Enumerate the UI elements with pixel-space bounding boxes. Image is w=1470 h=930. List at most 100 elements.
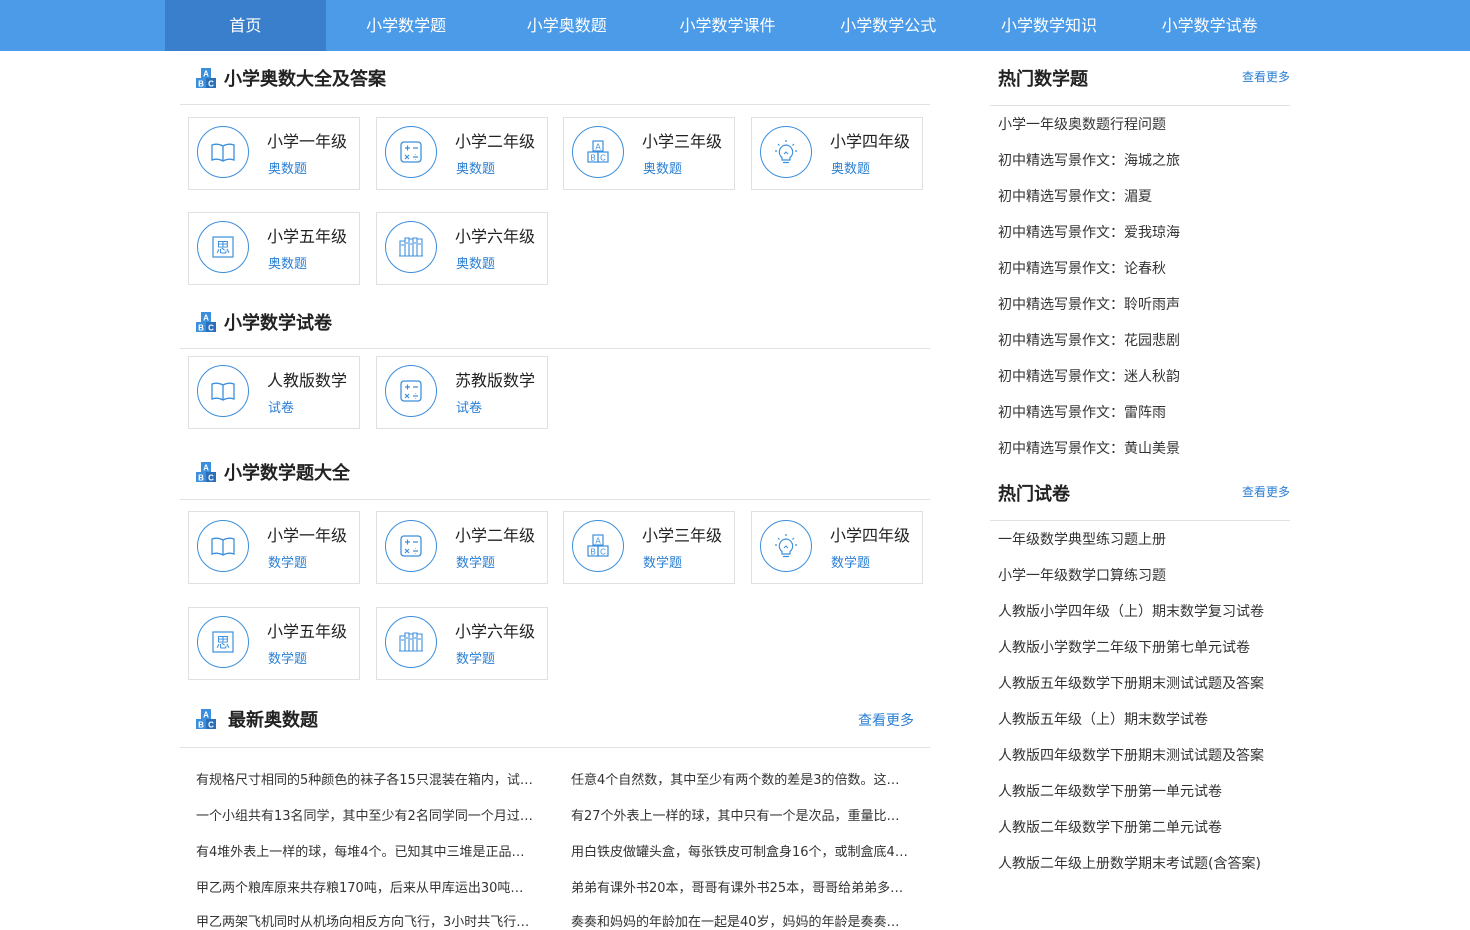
nav-math-questions[interactable]: 小学数学题 <box>326 0 487 51</box>
card-grade-6[interactable]: 小学六年级 奥数题 <box>376 212 548 285</box>
card-title: 小学六年级 <box>455 622 536 641</box>
list-item[interactable]: 奏奏和妈妈的年龄加在一起是40岁，妈妈的年龄是奏奏年龄的4倍 <box>571 911 911 930</box>
list-item[interactable]: 小学一年级奥数题行程问题 <box>990 111 1290 147</box>
view-more-link[interactable]: 查看更多 <box>858 710 914 730</box>
nav-home[interactable]: 首页 <box>165 0 326 51</box>
list-item[interactable]: 弟弟有课外书20本，哥哥有课外书25本，哥哥给弟弟多少本后 <box>571 877 911 896</box>
card-subtitle[interactable]: 奥数题 <box>456 253 495 272</box>
abc-blocks-icon: A B C <box>196 462 216 482</box>
list-item[interactable]: 初中精选写景作文：爱我琼海 <box>990 219 1290 255</box>
list-item[interactable]: 任意4个自然数，其中至少有两个数的差是3的倍数。这是为什么 <box>571 769 911 788</box>
list-item[interactable]: 人教版四年级数学下册期末测试试题及答案 <box>990 742 1290 778</box>
view-more-link[interactable]: 查看更多 <box>1242 483 1290 500</box>
card-grade-3[interactable]: ABC 小学三年级 数学题 <box>563 511 735 584</box>
paper-card-grid: 人教版数学 试卷 苏教版数学 试卷 <box>180 349 930 444</box>
list-item[interactable]: 初中精选写景作文：迷人秋韵 <box>990 363 1290 399</box>
section-title: 最新奥数题 <box>228 710 318 731</box>
card-subtitle[interactable]: 数学题 <box>456 648 495 667</box>
nav-formulas[interactable]: 小学数学公式 <box>808 0 969 51</box>
card-grade-5[interactable]: 思 小学五年级 奥数题 <box>188 212 360 285</box>
view-more-link[interactable]: 查看更多 <box>1242 68 1290 85</box>
card-title: 小学六年级 <box>455 227 536 246</box>
list-item[interactable]: 人教版五年级数学下册期末测试试题及答案 <box>990 670 1290 706</box>
card-grade-4[interactable]: 小学四年级 数学题 <box>751 511 923 584</box>
card-subtitle[interactable]: 奥数题 <box>268 158 307 177</box>
card-grade-5[interactable]: 思 小学五年级 数学题 <box>188 607 360 680</box>
svg-text:C: C <box>600 154 606 163</box>
list-item[interactable]: 一年级数学典型练习题上册 <box>990 526 1290 562</box>
svg-text:A: A <box>203 70 209 79</box>
svg-text:B: B <box>198 80 204 89</box>
card-grade-1[interactable]: 小学一年级 奥数题 <box>188 117 360 190</box>
svg-text:A: A <box>595 143 601 152</box>
list-item[interactable]: 初中精选写景作文：花园悲剧 <box>990 327 1290 363</box>
hot-questions-title: 热门数学题 <box>998 69 1088 90</box>
list-item[interactable]: 初中精选写景作文：论春秋 <box>990 255 1290 291</box>
card-subtitle[interactable]: 数学题 <box>643 552 682 571</box>
hot-questions-list: 小学一年级奥数题行程问题 初中精选写景作文：海城之旅 初中精选写景作文：湄夏 初… <box>990 106 1290 466</box>
math-card-grid: 小学一年级 数学题 小学二年级 数学题 ABC 小学三年级 数学题 小学四年级 … <box>180 500 930 690</box>
card-subtitle[interactable]: 数学题 <box>456 552 495 571</box>
card-grade-2[interactable]: 小学二年级 数学题 <box>376 511 548 584</box>
svg-text:B: B <box>590 548 595 557</box>
nav-papers[interactable]: 小学数学试卷 <box>1129 0 1290 51</box>
list-item[interactable]: 人教版二年级上册数学期末考试题(含答案) <box>990 850 1290 886</box>
list-item[interactable]: 有27个外表上一样的球，其中只有一个是次品，重量比正品轻 <box>571 805 911 824</box>
list-item[interactable]: 甲乙两个粮库原来共存粮170吨，后来从甲库运出30吨，乙库运进 <box>196 877 536 896</box>
card-subtitle[interactable]: 数学题 <box>268 648 307 667</box>
card-title: 小学二年级 <box>455 526 536 545</box>
main-nav: 首页 小学数学题 小学奥数题 小学数学课件 小学数学公式 小学数学知识 小学数学… <box>165 0 1290 51</box>
list-item[interactable]: 人教版小学数学二年级下册第七单元试卷 <box>990 634 1290 670</box>
nav-knowledge[interactable]: 小学数学知识 <box>969 0 1130 51</box>
nav-courseware[interactable]: 小学数学课件 <box>647 0 808 51</box>
list-item[interactable]: 用白铁皮做罐头盒，每张铁皮可制盒身16个，或制盒底43个 <box>571 841 911 860</box>
list-item[interactable]: 一个小组共有13名同学，其中至少有2名同学同一个月过生日 <box>196 805 536 824</box>
card-subtitle[interactable]: 试卷 <box>268 397 294 416</box>
card-sujiao-paper[interactable]: 苏教版数学 试卷 <box>376 356 548 429</box>
list-item[interactable]: 初中精选写景作文：雷阵雨 <box>990 399 1290 435</box>
card-grade-1[interactable]: 小学一年级 数学题 <box>188 511 360 584</box>
svg-text:B: B <box>198 324 204 333</box>
svg-text:C: C <box>208 474 214 483</box>
svg-text:B: B <box>198 474 204 483</box>
list-item[interactable]: 有4堆外表上一样的球，每堆4个。已知其中三堆是正品、一堆是次品 <box>196 841 536 860</box>
section-title: 小学数学题大全 <box>224 463 350 484</box>
card-subtitle[interactable]: 奥数题 <box>643 158 682 177</box>
card-subtitle[interactable]: 奥数题 <box>456 158 495 177</box>
abc-blocks-icon: A B C <box>196 68 216 88</box>
list-item[interactable]: 有规格尺寸相同的5种颜色的袜子各15只混装在箱内，试问不论如何取 <box>196 769 536 788</box>
section-header-olympiad: A B C 小学奥数大全及答案 <box>180 51 930 105</box>
list-item[interactable]: 初中精选写景作文：海城之旅 <box>990 147 1290 183</box>
list-item[interactable]: 初中精选写景作文：聆听雨声 <box>990 291 1290 327</box>
card-title: 人教版数学 <box>267 371 348 390</box>
card-subtitle[interactable]: 奥数题 <box>268 253 307 272</box>
book-icon <box>197 365 249 417</box>
list-item[interactable]: 人教版小学四年级（上）期末数学复习试卷 <box>990 598 1290 634</box>
book-icon <box>197 126 249 178</box>
card-subtitle[interactable]: 数学题 <box>268 552 307 571</box>
grade-card-grid: 小学一年级 奥数题 小学二年级 奥数题 ABC 小学三年级 奥数题 小学四年级 … <box>180 105 930 295</box>
list-item[interactable]: 人教版五年级（上）期末数学试卷 <box>990 706 1290 742</box>
card-subtitle[interactable]: 试卷 <box>456 397 482 416</box>
card-grade-2[interactable]: 小学二年级 奥数题 <box>376 117 548 190</box>
card-grade-6[interactable]: 小学六年级 数学题 <box>376 607 548 680</box>
list-item[interactable]: 甲乙两架飞机同时从机场向相反方向飞行，3小时共飞行3000千米 <box>196 911 536 930</box>
think-character-icon: 思 <box>197 616 249 668</box>
svg-text:A: A <box>203 314 209 323</box>
section-title: 小学奥数大全及答案 <box>224 69 386 90</box>
list-item[interactable]: 初中精选写景作文：湄夏 <box>990 183 1290 219</box>
card-title: 小学五年级 <box>267 622 348 641</box>
card-subtitle[interactable]: 数学题 <box>831 552 870 571</box>
card-grade-3[interactable]: ABC 小学三年级 奥数题 <box>563 117 735 190</box>
nav-olympiad[interactable]: 小学奥数题 <box>486 0 647 51</box>
section-title: 小学数学试卷 <box>224 313 332 334</box>
svg-text:A: A <box>203 464 209 473</box>
calculator-icon <box>385 126 437 178</box>
list-item[interactable]: 人教版二年级数学下册第二单元试卷 <box>990 814 1290 850</box>
card-grade-4[interactable]: 小学四年级 奥数题 <box>751 117 923 190</box>
list-item[interactable]: 小学一年级数学口算练习题 <box>990 562 1290 598</box>
card-title: 小学四年级 <box>830 132 911 151</box>
card-renjiao-paper[interactable]: 人教版数学 试卷 <box>188 356 360 429</box>
list-item[interactable]: 人教版二年级数学下册第一单元试卷 <box>990 778 1290 814</box>
card-subtitle[interactable]: 奥数题 <box>831 158 870 177</box>
